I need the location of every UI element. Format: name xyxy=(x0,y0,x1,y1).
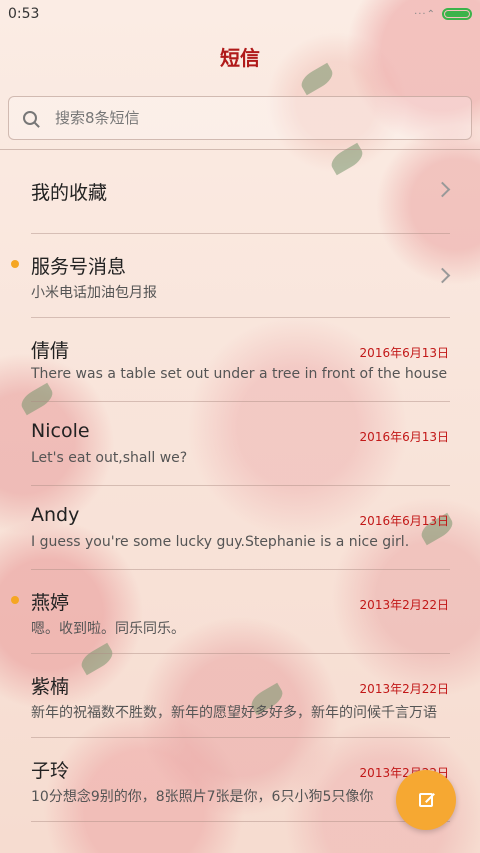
conversation-row[interactable]: 燕婷 2013年2月22日 嗯。收到啦。同乐同乐。 xyxy=(0,570,480,654)
message-date: 2016年6月13日 xyxy=(359,346,449,360)
message-preview: Let's eat out,shall we? xyxy=(31,450,188,466)
service-label: 服务号消息 xyxy=(31,256,127,278)
service-messages-item[interactable]: 服务号消息 小米电话加油包月报 xyxy=(0,234,480,318)
conversation-list: 我的收藏 服务号消息 小米电话加油包月报 倩倩 2016年6月13日 There… xyxy=(0,150,480,822)
message-date: 2016年6月13日 xyxy=(359,514,449,528)
service-preview: 小米电话加油包月报 xyxy=(31,285,157,301)
status-time: 0:53 xyxy=(8,6,40,22)
page-title: 短信 xyxy=(220,46,260,70)
contact-name: Nicole xyxy=(31,420,90,442)
contact-name: 紫楠 xyxy=(31,676,70,698)
message-date: 2013年2月22日 xyxy=(359,598,449,612)
message-preview: 新年的祝福数不胜数，新年的愿望好多好多，新年的问候千言万语 xyxy=(31,705,437,721)
favorites-label: 我的收藏 xyxy=(31,182,108,204)
conversation-row[interactable]: 紫楠 2013年2月22日 新年的祝福数不胜数，新年的愿望好多好多，新年的问候千… xyxy=(0,654,480,738)
message-preview: There was a table set out under a tree i… xyxy=(31,366,448,382)
contact-name: Andy xyxy=(31,504,80,526)
contact-name: 倩倩 xyxy=(31,340,70,362)
signal-icon: ···⌃ xyxy=(414,8,436,20)
message-preview: 嗯。收到啦。同乐同乐。 xyxy=(31,621,185,637)
search-icon xyxy=(23,111,37,125)
status-bar: 0:53 ···⌃ xyxy=(0,0,480,28)
battery-icon xyxy=(442,8,472,20)
message-preview: I guess you're some lucky guy.Stephanie … xyxy=(31,534,410,550)
chevron-right-icon xyxy=(434,267,451,284)
message-preview: 10分想念9别的你，8张照片7张是你，6只小狗5只像你 xyxy=(31,789,374,805)
conversation-row[interactable]: 倩倩 2016年6月13日 There was a table set out … xyxy=(0,318,480,402)
unread-dot xyxy=(11,596,19,604)
compose-icon xyxy=(419,793,433,807)
conversation-row[interactable]: Andy 2016年6月13日 I guess you're some luck… xyxy=(0,486,480,570)
search-bar[interactable] xyxy=(8,96,472,140)
contact-name: 燕婷 xyxy=(31,592,70,614)
contact-name: 子玲 xyxy=(31,760,70,782)
search-input[interactable] xyxy=(53,108,437,128)
message-date: 2016年6月13日 xyxy=(359,430,449,444)
conversation-row[interactable]: Nicole 2016年6月13日 Let's eat out,shall we… xyxy=(0,402,480,486)
chevron-right-icon xyxy=(434,181,451,198)
compose-button[interactable] xyxy=(396,770,456,830)
unread-dot xyxy=(11,260,19,268)
favorites-item[interactable]: 我的收藏 xyxy=(0,150,480,234)
message-date: 2013年2月22日 xyxy=(359,682,449,696)
